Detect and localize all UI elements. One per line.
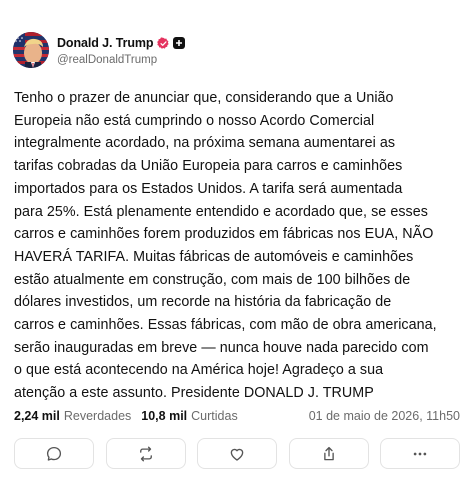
post-body-text: Tenho o prazer de anunciar que, consider…	[14, 90, 437, 402]
like-button[interactable]	[197, 438, 277, 469]
share-button[interactable]	[288, 438, 369, 469]
more-icon	[413, 452, 427, 455]
share-icon	[323, 446, 334, 460]
comment-icon	[46, 446, 62, 461]
display-name[interactable]: Donald J. Trump	[57, 36, 154, 50]
post-card: Donald J. Trump @realDonaldTrump Tenho o…	[0, 0, 474, 487]
user-info: Donald J. Trump @realDonaldTrump	[57, 34, 186, 66]
avatar[interactable]	[13, 32, 49, 68]
user-handle[interactable]: @realDonaldTrump	[57, 54, 185, 66]
post-stats: 2,24 mil Reverdades 10,8 mil Curtidas 01…	[14, 407, 460, 425]
reposts-count[interactable]: 2,24 mil	[14, 409, 60, 423]
name-row: Donald J. Trump	[57, 34, 186, 52]
reposts-label[interactable]: Reverdades	[64, 409, 131, 423]
likes-label[interactable]: Curtidas	[191, 409, 238, 423]
heart-icon	[230, 448, 244, 461]
more-button[interactable]	[380, 438, 460, 469]
trump-avatar-image	[13, 32, 49, 68]
post-timestamp[interactable]: 01 de maio de 2026, 11h50	[309, 409, 460, 423]
repost-button[interactable]	[105, 438, 186, 469]
reply-button[interactable]	[14, 438, 94, 469]
likes-count[interactable]: 10,8 mil	[141, 409, 187, 423]
plus-badge-icon	[173, 37, 186, 49]
action-bar	[14, 438, 460, 470]
verified-badge-icon	[157, 36, 170, 50]
repost-icon	[139, 446, 152, 461]
post-header: Donald J. Trump @realDonaldTrump	[13, 31, 186, 69]
